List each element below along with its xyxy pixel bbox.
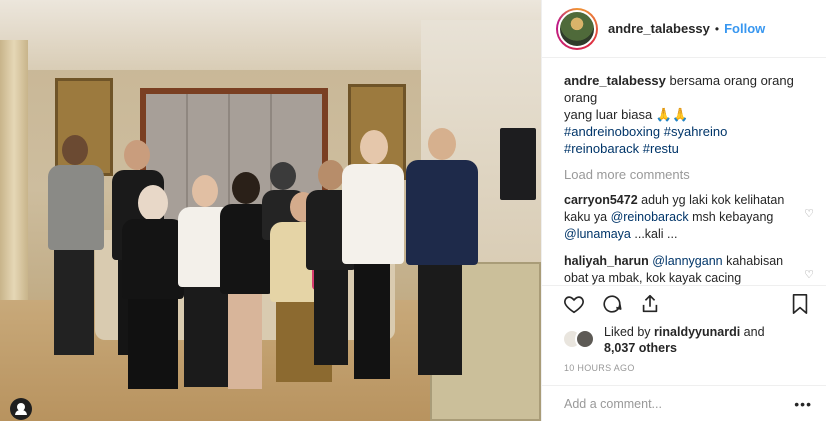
header-username[interactable]: andre_talabessy xyxy=(608,21,710,36)
post-photo[interactable] xyxy=(0,0,541,421)
bookmark-icon[interactable] xyxy=(788,292,812,316)
instagram-post-modal: andre_talabessy • Follow andre_talabessy… xyxy=(0,0,826,421)
likes-row: Liked by rinaldyyunardi and 8,037 others xyxy=(542,321,826,359)
user-tag-icon[interactable] xyxy=(10,398,32,420)
comment-mention[interactable]: @reinobarack xyxy=(611,210,689,224)
likes-and: and xyxy=(743,325,765,339)
photo-person xyxy=(338,130,408,385)
photo-tv xyxy=(500,128,536,200)
caption-line2: orang xyxy=(564,90,598,105)
add-comment-input[interactable] xyxy=(564,396,795,411)
comment-text: msh kebayang xyxy=(692,210,774,224)
caption-hashtags[interactable]: #reinobarack #restu xyxy=(564,141,679,156)
likes-count[interactable]: 8,037 others xyxy=(604,341,677,355)
comment-item: carryon5472 aduh yg laki kok kelihatan k… xyxy=(564,192,814,243)
heart-icon[interactable] xyxy=(562,292,586,316)
add-comment-bar: ••• xyxy=(542,385,826,421)
liker-avatars[interactable] xyxy=(562,329,598,351)
caption-line3: yang luar biasa xyxy=(564,107,653,122)
likes-summary: Liked by rinaldyyunardi and 8,037 others xyxy=(604,324,765,356)
comment-username[interactable]: carryon5472 xyxy=(564,193,638,207)
likes-prefix: Liked by xyxy=(604,325,651,339)
comment-text: ...kali ... xyxy=(634,227,678,241)
header-separator: • xyxy=(714,21,720,36)
avatar-image xyxy=(558,9,596,48)
load-more-comments-button[interactable]: Load more comments xyxy=(564,167,814,182)
avatar[interactable] xyxy=(556,7,598,50)
more-options-icon[interactable]: ••• xyxy=(794,396,812,412)
likes-user[interactable]: rinaldyyunardi xyxy=(654,325,740,339)
photo-curtain xyxy=(0,40,28,310)
liker-avatar xyxy=(575,329,595,349)
photo-person xyxy=(402,128,482,378)
post-actions-bar xyxy=(542,285,826,321)
post-header: andre_talabessy • Follow xyxy=(542,0,826,58)
comment-mention[interactable]: @lunamaya xyxy=(564,227,631,241)
post-caption: andre_talabessy bersama orang orang oran… xyxy=(564,72,814,157)
comment-username[interactable]: haliyah_harun xyxy=(564,254,649,268)
photo-person xyxy=(40,135,110,360)
caption-line1: bersama orang orang xyxy=(669,73,794,88)
caption-emoji: 🙏🙏 xyxy=(655,107,689,122)
caption-hashtags[interactable]: #andreinoboxing #syahreino xyxy=(564,124,727,139)
comment-item: haliyah_harun @lannygann kahabisan obat … xyxy=(564,253,814,285)
caption-username[interactable]: andre_talabessy xyxy=(564,73,666,88)
comment-like-heart-icon[interactable]: ♡ xyxy=(804,206,814,223)
comment-like-heart-icon[interactable]: ♡ xyxy=(804,267,814,284)
comment-icon[interactable] xyxy=(600,292,624,316)
comments-section: andre_talabessy bersama orang orang oran… xyxy=(542,58,826,285)
share-icon[interactable] xyxy=(638,292,662,316)
post-timestamp[interactable]: 10 HOURS AGO xyxy=(542,359,826,385)
follow-button[interactable]: Follow xyxy=(724,21,765,36)
post-side-panel: andre_talabessy • Follow andre_talabessy… xyxy=(541,0,826,421)
comment-mention[interactable]: @lannygann xyxy=(652,254,722,268)
